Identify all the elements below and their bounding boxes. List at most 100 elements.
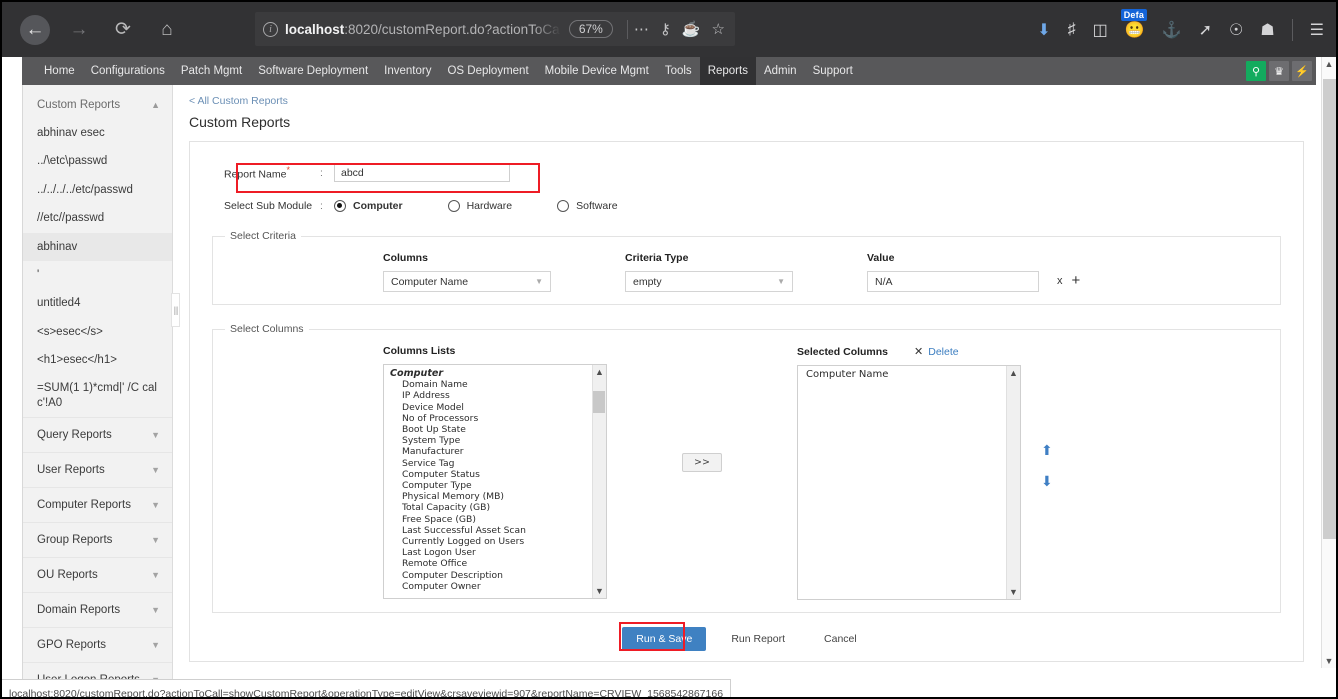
- sidebar-item-etc-passwd-1[interactable]: ../\etc\passwd: [23, 147, 172, 175]
- list-item[interactable]: Computer Name: [802, 369, 1006, 380]
- sidebar-item-abhinav[interactable]: abhinav: [23, 232, 172, 261]
- nav-item-home[interactable]: Home: [36, 57, 83, 85]
- criteria-type-select[interactable]: empty ▼: [625, 271, 793, 292]
- devtools-icon[interactable]: ➚: [1199, 20, 1212, 40]
- chevron-up-icon[interactable]: ▲: [595, 367, 604, 377]
- nav-item-patch-mgmt[interactable]: Patch Mgmt: [173, 57, 250, 85]
- list-item[interactable]: IP Address: [388, 390, 592, 401]
- criteria-value-input[interactable]: N/A: [867, 271, 1039, 292]
- sidebar-item-s-esec[interactable]: <s>esec</s>: [23, 318, 172, 346]
- chevron-down-icon[interactable]: ▼: [595, 586, 604, 596]
- sidebar-group-domain-reports[interactable]: Domain Reports ▼: [23, 592, 172, 627]
- zoom-level-badge[interactable]: 67%: [568, 20, 613, 38]
- selected-columns-listbox[interactable]: Computer Name ▲ ▼: [797, 365, 1021, 600]
- radio-computer[interactable]: Computer: [334, 200, 403, 212]
- chevron-up-icon[interactable]: ▲: [1009, 368, 1018, 378]
- chevron-down-icon[interactable]: ▼: [1325, 656, 1334, 666]
- list-item[interactable]: Physical Memory (MB): [388, 491, 592, 502]
- list-item[interactable]: Computer Description: [388, 570, 592, 581]
- page-scrollbar[interactable]: ▲ ▼: [1321, 57, 1336, 668]
- sidebar-item-etc-passwd-3[interactable]: //etc//passwd: [23, 204, 172, 232]
- scrollbar-thumb[interactable]: [593, 391, 605, 413]
- sidebar-header-custom-reports[interactable]: Custom Reports ▲: [23, 91, 172, 119]
- delete-selected-button[interactable]: ✕ Delete: [914, 345, 959, 359]
- add-criteria-icon[interactable]: +: [1072, 273, 1081, 288]
- nav-item-reports[interactable]: Reports: [699, 57, 756, 85]
- list-item[interactable]: Total Capacity (GB): [388, 502, 592, 513]
- nav-item-os-deployment[interactable]: OS Deployment: [439, 57, 536, 85]
- nav-item-configurations[interactable]: Configurations: [83, 57, 173, 85]
- sidebar-item-etc-passwd-2[interactable]: ../../../../etc/passwd: [23, 176, 172, 204]
- list-item[interactable]: Free Space (GB): [388, 514, 592, 525]
- radio-hardware[interactable]: Hardware: [447, 200, 512, 212]
- list-item[interactable]: Domain Name: [388, 379, 592, 390]
- list-item[interactable]: Last Successful Asset Scan: [388, 525, 592, 536]
- container-tab-icon[interactable]: Defa 😬: [1120, 8, 1148, 40]
- reload-icon[interactable]: ⟳: [108, 15, 138, 45]
- sidebar-item-sum-formula[interactable]: =SUM(1 1)*cmd|' /C calc'!A0: [23, 374, 172, 417]
- list-item[interactable]: Device Model: [388, 402, 592, 413]
- nav-item-support[interactable]: Support: [805, 57, 861, 85]
- sidebar-icon[interactable]: ◫: [1093, 20, 1108, 40]
- list-item[interactable]: Computer Owner: [388, 581, 592, 592]
- list-item[interactable]: Computer Type: [388, 480, 592, 491]
- sidebar-item-abhinav-esec[interactable]: abhinav esec: [23, 119, 172, 147]
- report-name-input[interactable]: [334, 163, 510, 182]
- radio-software[interactable]: Software: [557, 200, 618, 212]
- address-bar[interactable]: i localhost:8020/customReport.do?actionT…: [255, 12, 735, 46]
- site-info-icon[interactable]: i: [263, 21, 278, 37]
- nav-item-mobile-device-mgmt[interactable]: Mobile Device Mgmt: [537, 57, 657, 85]
- available-columns-scrollbar[interactable]: ▲ ▼: [592, 365, 606, 598]
- search-icon[interactable]: ⚲: [1246, 61, 1266, 81]
- cancel-button[interactable]: Cancel: [810, 627, 871, 651]
- star-icon[interactable]: ☆: [712, 22, 725, 37]
- list-item[interactable]: Computer Status: [388, 469, 592, 480]
- nav-item-inventory[interactable]: Inventory: [376, 57, 439, 85]
- download-icon[interactable]: ⬇: [1037, 20, 1050, 40]
- shield-icon[interactable]: ⚷: [660, 22, 671, 37]
- sidebar-item-quote[interactable]: ': [23, 261, 172, 289]
- account-icon[interactable]: ☉: [1229, 20, 1243, 40]
- menu-icon[interactable]: ☰: [1310, 20, 1324, 40]
- list-item[interactable]: Service Tag: [388, 458, 592, 469]
- sidebar-group-group-reports[interactable]: Group Reports ▼: [23, 522, 172, 557]
- available-columns-listbox[interactable]: Computer Domain Name IP Address Device M…: [383, 364, 607, 599]
- list-item[interactable]: Currently Logged on Users: [388, 536, 592, 547]
- arrow-down-icon[interactable]: ⬇: [1041, 474, 1053, 488]
- criteria-columns-select[interactable]: Computer Name ▼: [383, 271, 551, 292]
- sidebar-item-untitled4[interactable]: untitled4: [23, 289, 172, 317]
- lightning-icon[interactable]: ⚡: [1292, 61, 1312, 81]
- library-icon[interactable]: ♯: [1068, 21, 1076, 39]
- sidebar-group-gpo-reports[interactable]: GPO Reports ▼: [23, 627, 172, 662]
- chevron-down-icon[interactable]: ▼: [1009, 587, 1018, 597]
- chevron-up-icon[interactable]: ▲: [1325, 59, 1334, 69]
- list-item[interactable]: Manufacturer: [388, 446, 592, 457]
- sidebar-group-ou-reports[interactable]: OU Reports ▼: [23, 557, 172, 592]
- nav-item-admin[interactable]: Admin: [756, 57, 805, 85]
- sidebar-group-query-reports[interactable]: Query Reports ▼: [23, 417, 172, 452]
- transfer-right-button[interactable]: >>: [682, 453, 722, 472]
- extension-icon[interactable]: ☗: [1260, 20, 1274, 40]
- list-item[interactable]: Remote Office: [388, 558, 592, 569]
- selected-columns-scrollbar[interactable]: ▲ ▼: [1006, 366, 1020, 599]
- page-scrollbar-thumb[interactable]: [1323, 79, 1336, 539]
- sidebar-group-computer-reports[interactable]: Computer Reports ▼: [23, 487, 172, 522]
- pocket-icon[interactable]: ⚓: [1162, 20, 1182, 40]
- alert-rocket-icon[interactable]: ♛: [1269, 61, 1289, 81]
- back-icon[interactable]: ←: [20, 14, 50, 45]
- ellipsis-icon[interactable]: ⋯: [634, 22, 649, 37]
- run-and-save-button[interactable]: Run & Save: [622, 627, 707, 651]
- sidebar-group-user-reports[interactable]: User Reports ▼: [23, 452, 172, 487]
- list-item[interactable]: System Type: [388, 435, 592, 446]
- run-report-button[interactable]: Run Report: [717, 627, 799, 651]
- sidebar-item-h1-esec[interactable]: <h1>esec</h1>: [23, 346, 172, 374]
- sidebar-splitter-handle[interactable]: |||: [171, 293, 180, 327]
- arrow-up-icon[interactable]: ⬆: [1041, 443, 1053, 457]
- remove-criteria-icon[interactable]: x: [1057, 275, 1063, 287]
- breadcrumb[interactable]: < All Custom Reports: [189, 95, 1304, 107]
- list-item[interactable]: No of Processors: [388, 413, 592, 424]
- home-icon[interactable]: ⌂: [152, 15, 182, 45]
- list-item[interactable]: Last Logon User: [388, 547, 592, 558]
- list-item[interactable]: Boot Up State: [388, 424, 592, 435]
- java-icon[interactable]: ☕: [682, 22, 701, 37]
